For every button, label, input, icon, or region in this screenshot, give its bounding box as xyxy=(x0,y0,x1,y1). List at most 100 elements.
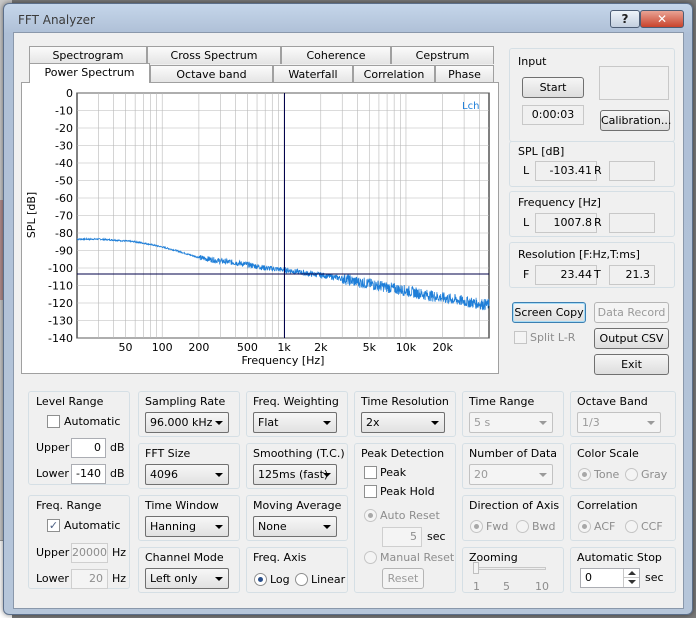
freq-lower-unit: Hz xyxy=(112,572,127,585)
smoothing-select[interactable]: 125ms (fast) xyxy=(253,464,337,485)
level-upper-input[interactable]: 0 xyxy=(71,438,106,458)
correlation-acf-label: ACF xyxy=(594,520,616,533)
direction-bwd-label: Bwd xyxy=(532,520,556,533)
elapsed-time: 0:00:03 xyxy=(522,105,584,125)
freq-weighting-value: Flat xyxy=(258,416,279,429)
correlation-ccf-radio[interactable] xyxy=(625,520,638,533)
automatic-stop-label: Automatic Stop xyxy=(577,551,662,564)
output-csv-button[interactable]: Output CSV xyxy=(594,328,669,349)
chevron-down-icon xyxy=(215,421,223,425)
level-lower-input[interactable]: -140 xyxy=(71,464,106,484)
automatic-stop-spinner[interactable] xyxy=(623,569,639,587)
reset-button[interactable]: Reset xyxy=(382,568,424,589)
tab-octave-band[interactable]: Octave band xyxy=(150,65,273,83)
split-lr-checkbox[interactable] xyxy=(514,331,527,344)
freq-axis-log-radio[interactable] xyxy=(254,573,267,586)
color-scale-label: Color Scale xyxy=(577,447,639,460)
direction-fwd-radio[interactable] xyxy=(470,520,483,533)
manual-reset-radio[interactable] xyxy=(364,551,377,564)
help-button[interactable]: ? xyxy=(610,10,640,28)
octave-band-value: 1/3 xyxy=(582,416,600,429)
frequency-label: Frequency [Hz] xyxy=(518,196,601,209)
time-window-select[interactable]: Hanning xyxy=(145,516,229,537)
peak-hold-checkbox[interactable] xyxy=(364,485,377,498)
color-scale-gray-radio[interactable] xyxy=(625,468,638,481)
time-range-select[interactable]: 5 s xyxy=(469,412,553,433)
octave-band-select[interactable]: 1/3 xyxy=(577,412,661,433)
channel-mode-select[interactable]: Left only xyxy=(145,568,229,589)
spl-label: SPL [dB] xyxy=(518,145,565,158)
channel-mode-value: Left only xyxy=(150,572,198,585)
tab-spectrogram[interactable]: Spectrogram xyxy=(29,46,147,64)
freq-axis-linear-label: Linear xyxy=(311,573,346,586)
zooming-slider-track[interactable] xyxy=(476,567,546,570)
auto-reset-seconds[interactable]: 5 xyxy=(382,527,422,547)
freq-weighting-label: Freq. Weighting xyxy=(253,395,339,408)
freq-weighting-select[interactable]: Flat xyxy=(253,412,337,433)
chevron-down-icon xyxy=(647,421,655,425)
tab-waterfall[interactable]: Waterfall xyxy=(273,65,353,83)
spinner-down-icon[interactable] xyxy=(624,578,639,586)
level-automatic-label: Automatic xyxy=(64,415,121,428)
chevron-down-icon xyxy=(539,473,547,477)
x-tick-label: 20k xyxy=(432,341,453,354)
y-tick-label: 0 xyxy=(66,87,73,100)
x-axis-label: Frequency [Hz] xyxy=(242,354,325,367)
fft-size-label: FFT Size xyxy=(145,447,191,460)
freq-upper-input[interactable]: 20000 xyxy=(71,543,108,563)
number-of-data-select[interactable]: 20 xyxy=(469,464,553,485)
peak-hold-label: Peak Hold xyxy=(380,485,435,498)
zooming-slider-thumb[interactable] xyxy=(473,562,479,574)
freq-upper-label: Upper xyxy=(36,546,70,559)
y-tick-label: -130 xyxy=(48,315,73,328)
direction-of-axis-label: Direction of Axis xyxy=(469,499,560,512)
color-scale-tone-radio[interactable] xyxy=(578,468,591,481)
number-of-data-label: Number of Data xyxy=(469,447,558,460)
resolution-t-value: 21.3 xyxy=(609,265,655,285)
tab-phase[interactable]: Phase xyxy=(435,65,494,83)
level-automatic-checkbox[interactable] xyxy=(47,415,60,428)
start-button[interactable]: Start xyxy=(522,77,584,98)
number-of-data-value: 20 xyxy=(474,468,488,481)
x-tick-label: 10k xyxy=(396,341,417,354)
direction-bwd-radio[interactable] xyxy=(516,520,529,533)
x-tick-label: 50 xyxy=(119,341,133,354)
sampling-rate-select[interactable]: 96.000 kHz xyxy=(145,412,229,433)
freq-r-value xyxy=(609,213,655,233)
moving-average-select[interactable]: None xyxy=(253,516,337,537)
tab-cross-spectrum[interactable]: Cross Spectrum xyxy=(147,46,281,64)
spinner-up-icon[interactable] xyxy=(624,569,639,578)
screen-copy-button[interactable]: Screen Copy xyxy=(512,302,586,323)
freq-automatic-label: Automatic xyxy=(64,519,121,532)
x-tick-label: 5k xyxy=(363,341,377,354)
zooming-tick-5: 5 xyxy=(503,580,510,593)
peak-checkbox[interactable] xyxy=(364,466,377,479)
data-record-button[interactable]: Data Record xyxy=(594,302,669,323)
time-resolution-value: 2x xyxy=(366,416,380,429)
y-tick-label: -50 xyxy=(55,175,73,188)
time-resolution-select[interactable]: 2x xyxy=(361,412,445,433)
calibration-button[interactable]: Calibration... xyxy=(600,110,671,131)
fft-size-select[interactable]: 4096 xyxy=(145,464,229,485)
tab-cepstrum[interactable]: Cepstrum xyxy=(391,46,494,64)
spl-r-label: R xyxy=(594,164,602,177)
sampling-rate-label: Sampling Rate xyxy=(145,395,226,408)
close-button[interactable]: ✕ xyxy=(640,10,684,28)
freq-lower-input[interactable]: 20 xyxy=(71,569,108,589)
tab-coherence[interactable]: Coherence xyxy=(281,46,391,64)
correlation-ccf-label: CCF xyxy=(641,520,663,533)
freq-axis-label: Freq. Axis xyxy=(253,551,307,564)
exit-button[interactable]: Exit xyxy=(594,354,669,375)
tab-correlation[interactable]: Correlation xyxy=(353,65,435,83)
freq-automatic-checkbox[interactable]: ✓ xyxy=(47,519,60,532)
freq-lower-label: Lower xyxy=(36,572,69,585)
freq-axis-linear-radio[interactable] xyxy=(295,573,308,586)
resolution-f-value: 23.44 xyxy=(535,265,597,285)
resolution-t-label: T xyxy=(594,268,601,281)
auto-reset-radio[interactable] xyxy=(364,509,377,522)
x-tick-label: 500 xyxy=(237,341,258,354)
freq-l-value: 1007.8 xyxy=(535,213,597,233)
tab-power-spectrum[interactable]: Power Spectrum xyxy=(29,63,150,83)
correlation-acf-radio[interactable] xyxy=(578,520,591,533)
y-tick-label: -120 xyxy=(48,297,73,310)
